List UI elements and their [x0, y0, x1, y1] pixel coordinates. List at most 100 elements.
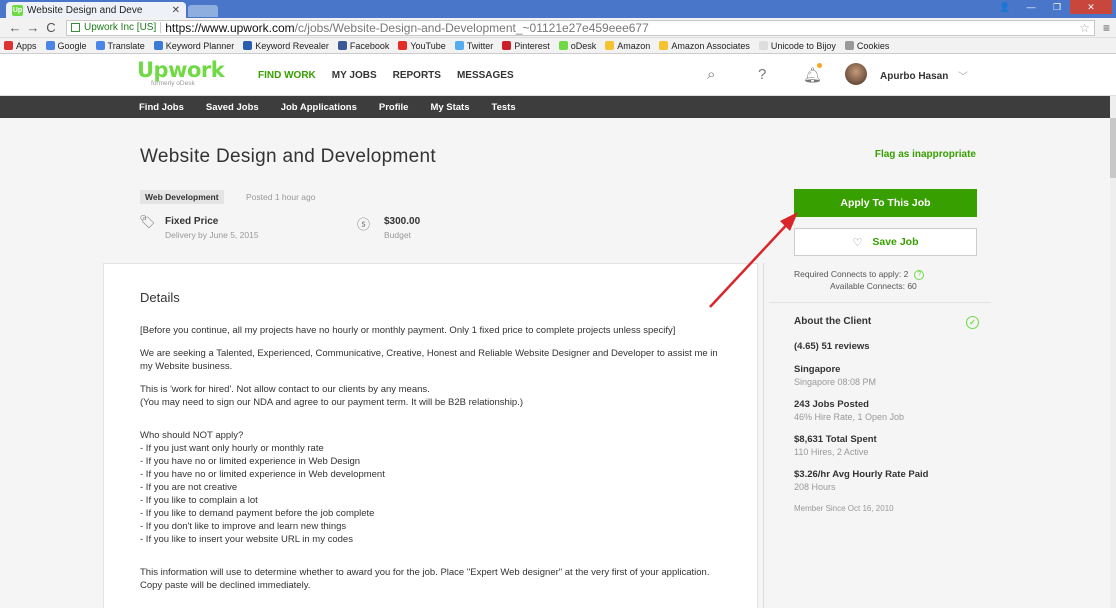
lock-icon [71, 23, 80, 32]
price-tag-icon: 🏷︎ [139, 214, 156, 229]
bookmark-star-icon[interactable]: ☆ [1079, 21, 1090, 35]
window-close-icon[interactable]: ✕ [1070, 0, 1112, 14]
job-description: [Before you continue, all my projects ha… [140, 324, 730, 602]
window-controls: 👤 — ❐ ✕ [992, 0, 1112, 14]
subnav-saved-jobs[interactable]: Saved Jobs [206, 102, 259, 113]
forward-icon[interactable]: → [24, 20, 42, 35]
bookmark-keyword-revealer[interactable]: Keyword Revealer [243, 41, 329, 51]
bookmark-odesk[interactable]: oDesk [558, 41, 596, 51]
bookmark-amazon-associates[interactable]: Amazon Associates [659, 41, 750, 51]
nav-my-jobs[interactable]: MY JOBS [332, 70, 377, 81]
description-paragraph: Who should NOT apply? - If you just want… [140, 430, 385, 545]
subnav-tests[interactable]: Tests [492, 102, 516, 113]
nav-messages[interactable]: MESSAGES [457, 70, 514, 81]
client-jobs-posted: 243 Jobs Posted [794, 399, 869, 410]
url-input[interactable]: Upwork Inc [US] https://www.upwork.com /… [66, 19, 1095, 36]
user-name[interactable]: Apurbo Hasan [880, 71, 948, 82]
reload-icon[interactable]: C [42, 20, 60, 35]
bookmark-amazon[interactable]: Amazon [605, 41, 650, 51]
subnav-my-stats[interactable]: My Stats [430, 102, 469, 113]
notifications-bell-icon[interactable]: 🔔︎ [803, 66, 822, 84]
bookmark-twitter[interactable]: Twitter [454, 41, 493, 51]
connects-required: Required Connects to apply: 2 [794, 269, 909, 279]
heart-icon: ♡ [852, 236, 863, 249]
delivery-date: Delivery by June 5, 2015 [165, 230, 259, 240]
description-paragraph: We are seeking a Talented, Experienced, … [140, 348, 718, 372]
help-icon[interactable]: ? [758, 66, 766, 83]
bookmark-cookies[interactable]: Cookies [844, 41, 889, 51]
subnav-find-jobs[interactable]: Find Jobs [139, 102, 184, 113]
description-paragraph: [Before you continue, all my projects ha… [140, 325, 676, 336]
url-host: https://www.upwork.com [165, 20, 295, 35]
connects-available: Available Connects: 60 [830, 281, 917, 291]
bookmark-facebook[interactable]: Facebook [337, 41, 389, 51]
flag-inappropriate-link[interactable]: Flag as inappropriate [875, 149, 976, 160]
maximize-icon[interactable]: ❐ [1044, 0, 1070, 14]
client-hire-rate: 46% Hire Rate, 1 Open Job [794, 412, 905, 422]
browser-tabstrip: Up Website Design and Deve ✕ 👤 — ❐ ✕ [0, 0, 1116, 18]
posted-time: Posted 1 hour ago [246, 192, 316, 202]
avatar[interactable] [845, 63, 867, 85]
page-title: Website Design and Development [140, 146, 436, 167]
bookmark-pinterest[interactable]: Pinterest [502, 41, 550, 51]
logo-text: Upwork [137, 58, 225, 82]
description-paragraph: This is 'work for hired'. Not allow cont… [140, 384, 524, 408]
minimize-icon[interactable]: — [1018, 0, 1044, 14]
job-page: Website Design and Development Flag as i… [0, 119, 1110, 608]
back-icon[interactable]: ← [6, 20, 24, 35]
payment-verified-check-icon: ✓ [966, 316, 979, 329]
annotation-arrow [709, 212, 798, 308]
notification-dot [817, 63, 822, 68]
subnav-job-applications[interactable]: Job Applications [281, 102, 357, 113]
new-tab-button[interactable] [188, 5, 218, 17]
budget-amount: $300.00 [384, 216, 421, 227]
client-total-spent: $8,631 Total Spent [794, 434, 877, 445]
main-nav: FIND WORK MY JOBS REPORTS MESSAGES [258, 70, 530, 81]
help-question-icon[interactable]: ? [914, 269, 925, 280]
client-avg-rate: $3.26/hr Avg Hourly Rate Paid [794, 469, 929, 480]
apply-button[interactable]: Apply To This Job [794, 189, 977, 217]
job-details-card: Details [Before you continue, all my pro… [103, 263, 758, 608]
save-job-label: Save Job [872, 236, 919, 248]
category-badge[interactable]: Web Development [140, 190, 224, 204]
details-heading: Details [140, 290, 180, 305]
save-job-button[interactable]: ♡ Save Job [794, 228, 977, 256]
address-bar: ← → C Upwork Inc [US] https://www.upwork… [0, 18, 1116, 38]
subnav-profile[interactable]: Profile [379, 102, 409, 113]
sub-nav: Find Jobs Saved Jobs Job Applications Pr… [0, 96, 1116, 118]
client-location: Singapore [794, 364, 841, 375]
profile-icon[interactable]: 👤 [992, 0, 1018, 14]
chrome-menu-icon[interactable]: ≡ [1103, 21, 1110, 35]
tab-title: Website Design and Deve [27, 4, 143, 16]
about-client: About the Client ✓ (4.65) 51 reviews Sing… [794, 316, 979, 513]
scrollbar-thumb[interactable] [1110, 118, 1116, 178]
upwork-logo[interactable]: Upwork formerly oDesk [137, 58, 225, 87]
client-member-since: Member Since Oct 16, 2010 [794, 504, 894, 513]
bookmark-google[interactable]: Google [45, 41, 87, 51]
client-hires: 110 Hires, 2 Active [794, 447, 869, 457]
client-reviews[interactable]: (4.65) 51 reviews [794, 341, 979, 352]
secure-label: Upwork Inc [US] [84, 22, 162, 33]
bookmark-unicode-to-bijoy[interactable]: Unicode to Bijoy [758, 41, 836, 51]
browser-tab[interactable]: Up Website Design and Deve ✕ [6, 2, 186, 18]
page-scrollbar[interactable] [1110, 96, 1116, 608]
nav-reports[interactable]: REPORTS [393, 70, 441, 81]
bookmark-keyword-planner[interactable]: Keyword Planner [153, 41, 234, 51]
nav-find-work[interactable]: FIND WORK [258, 70, 316, 81]
url-path: /c/jobs/Website-Design-and-Development_~… [294, 20, 649, 35]
dollar-coin-icon: ⓢ [357, 217, 371, 232]
bookmark-youtube[interactable]: YouTube [398, 41, 446, 51]
chevron-down-icon[interactable]: ﹀ [958, 68, 968, 83]
connects-info: Required Connects to apply: 2? Available… [794, 268, 977, 292]
search-icon[interactable]: ⌕ [707, 66, 715, 83]
upwork-favicon-icon: Up [12, 4, 23, 16]
bookmark-apps[interactable]: Apps [4, 41, 37, 51]
client-hours: 208 Hours [794, 482, 836, 492]
budget-label: Budget [384, 230, 411, 240]
client-local-time: Singapore 08:08 PM [794, 377, 877, 387]
bookmarks-bar: Apps Google Translate Keyword Planner Ke… [0, 38, 1116, 54]
client-heading: About the Client [794, 316, 872, 327]
bookmark-translate[interactable]: Translate [95, 41, 145, 51]
tab-close-icon[interactable]: ✕ [172, 5, 180, 16]
description-paragraph: This information will use to determine w… [140, 567, 710, 591]
